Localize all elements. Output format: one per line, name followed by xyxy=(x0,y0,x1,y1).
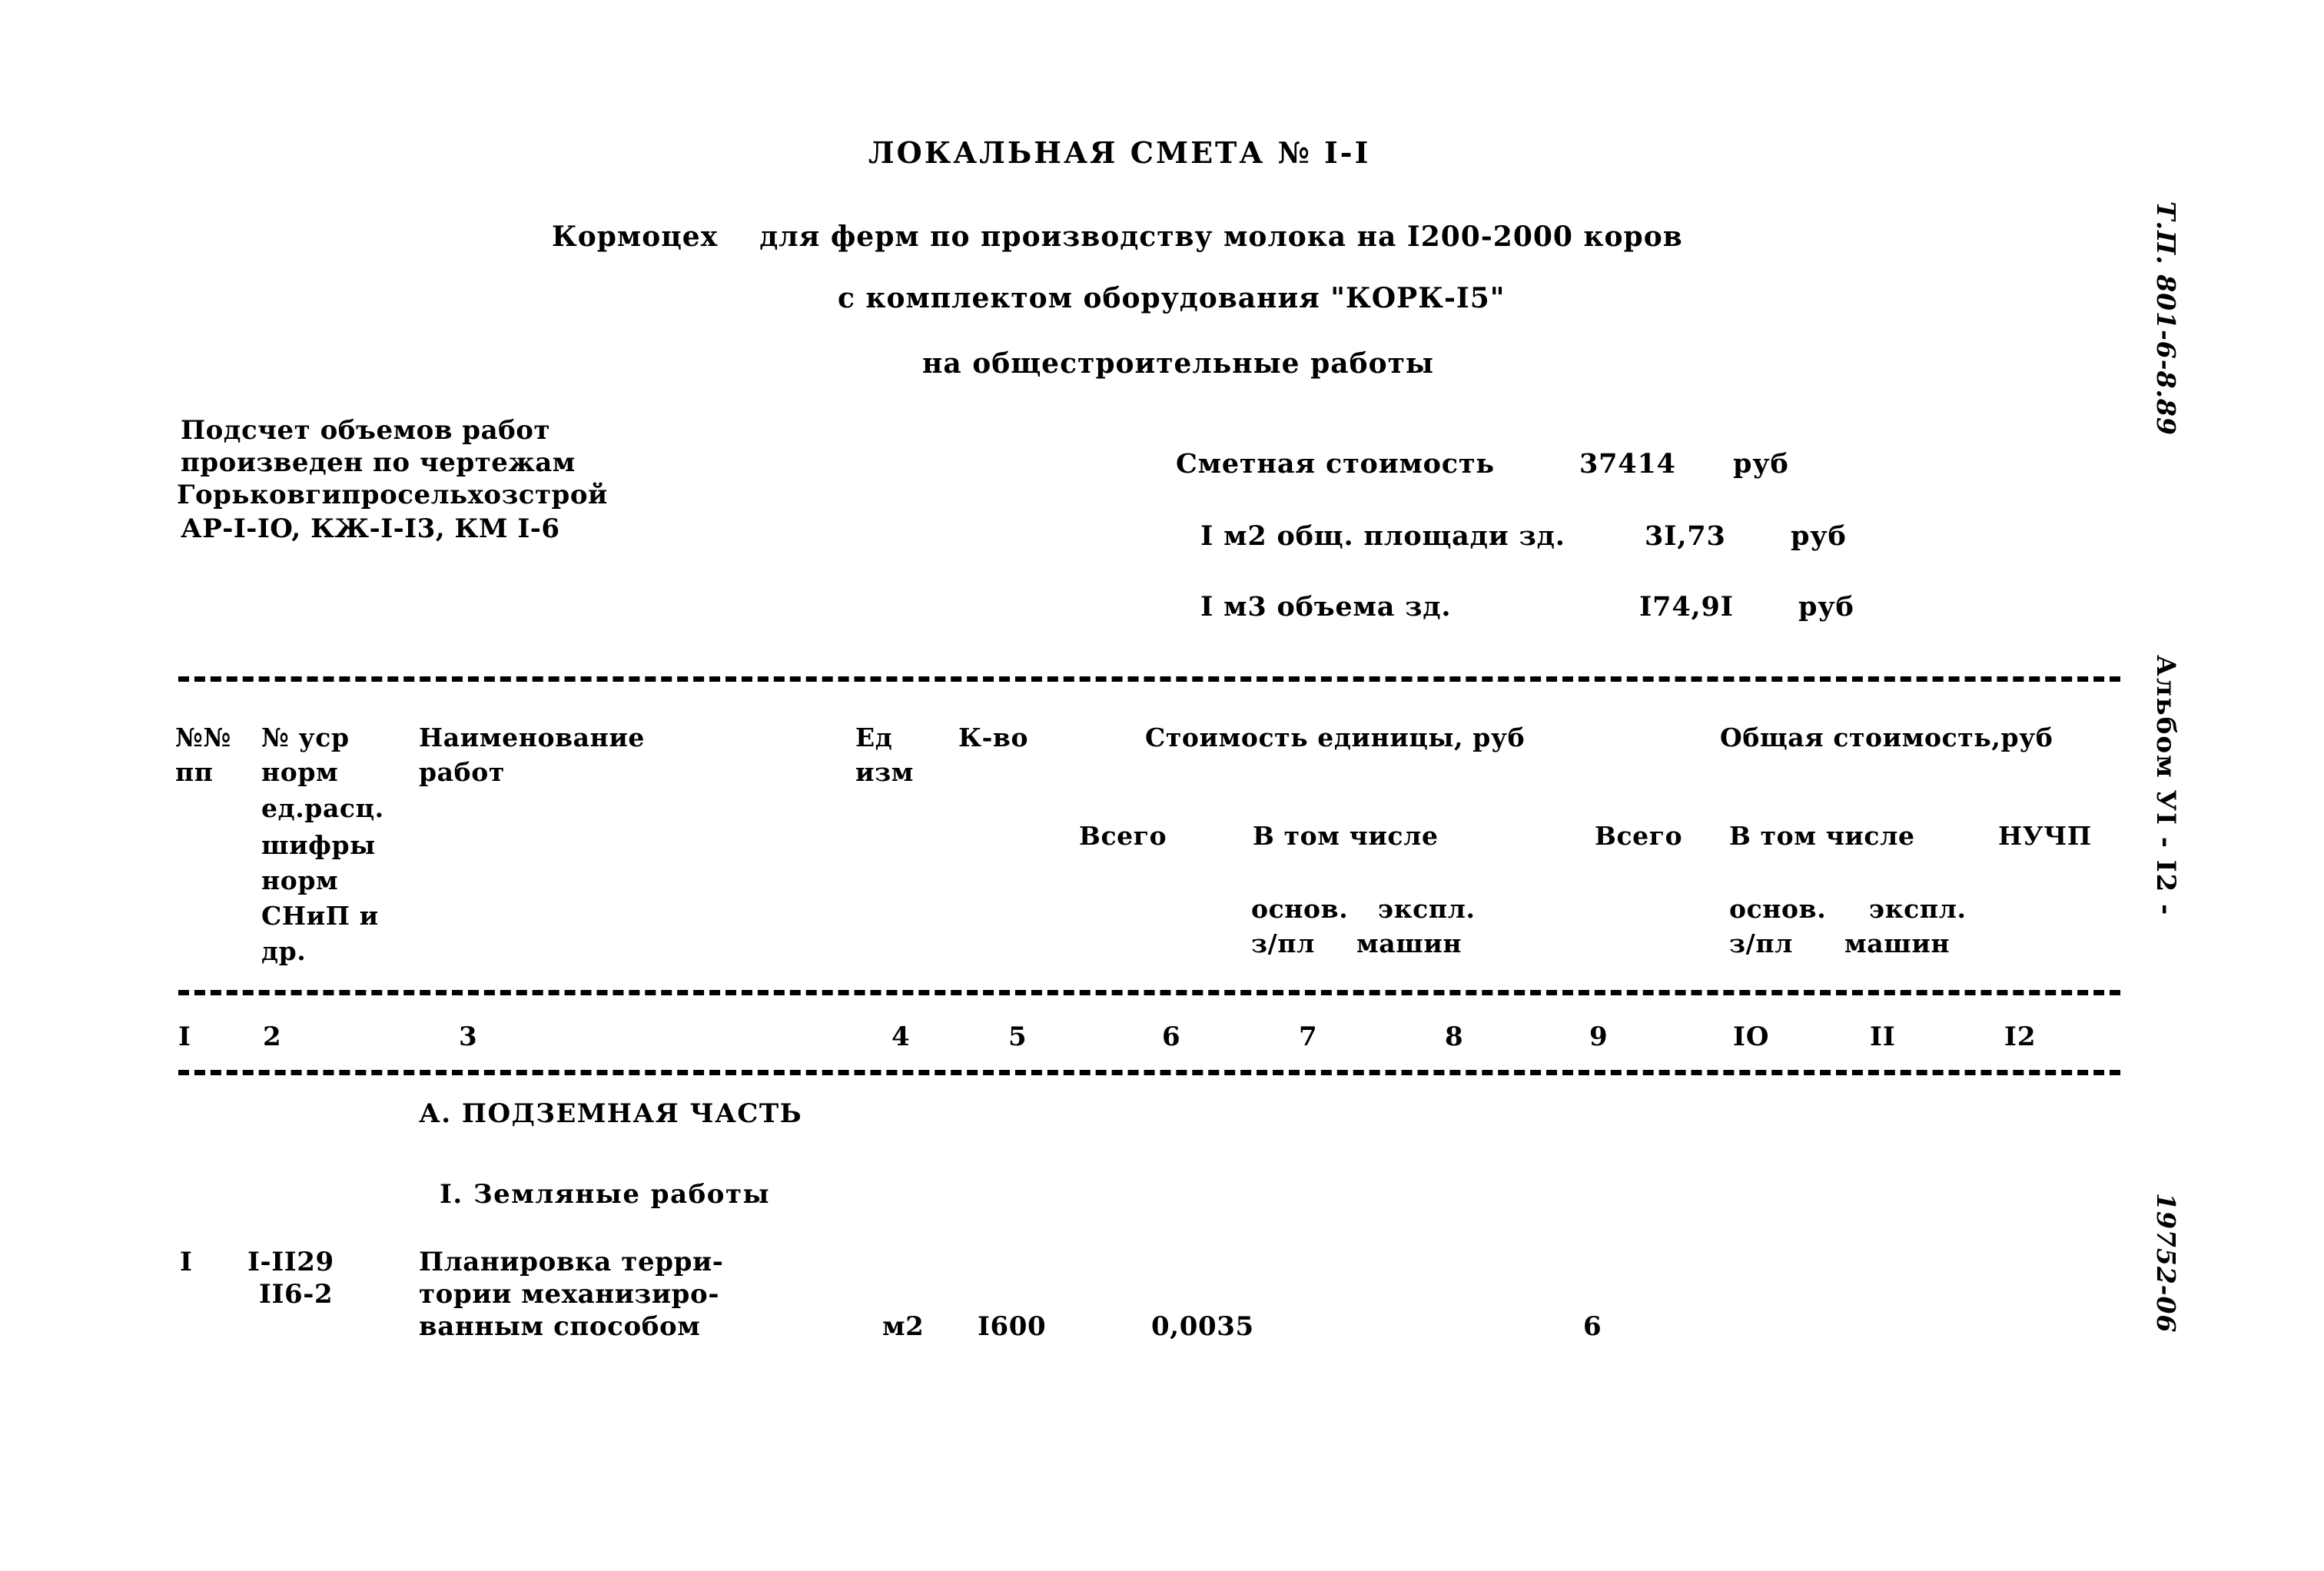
row-total-cost-total: 6 xyxy=(1583,1311,1602,1342)
header-total-total: Всего xyxy=(1595,821,1683,851)
column-number-6: 6 xyxy=(1162,1021,1181,1052)
source-note-line-4: АР-I-IO, КЖ-I-I3, КМ I-6 xyxy=(181,513,560,544)
header-unit-among: В том числе xyxy=(1253,821,1439,851)
subtitle-line-2: с комплектом оборудования "КОРК-I5" xyxy=(838,282,1506,314)
header-unit-basic-sub: з/пл xyxy=(1251,928,1315,958)
cost-value-m3: I74,9I xyxy=(1639,591,1734,623)
column-number-9: 9 xyxy=(1589,1021,1609,1052)
column-number-2: 2 xyxy=(263,1021,282,1052)
header-col1-line2: пп xyxy=(175,757,214,787)
header-col2-line2: норм xyxy=(261,757,339,787)
cost-unit-m3: руб xyxy=(1798,591,1854,623)
column-number-7: 7 xyxy=(1299,1021,1318,1052)
column-number-8: 8 xyxy=(1445,1021,1464,1052)
margin-stamp-project-code: Т.П. 801-6-8.89 xyxy=(2151,201,2181,436)
margin-stamp-archive-number: 19752-06 xyxy=(2151,1193,2181,1334)
header-col4-line2: изм xyxy=(855,757,915,787)
header-col2-line1: № уср xyxy=(261,722,350,752)
column-number-1: I xyxy=(178,1021,191,1052)
header-unit-basic: основ. xyxy=(1251,894,1349,924)
column-number-12: I2 xyxy=(2004,1021,2037,1052)
header-col3-line1: Наименование xyxy=(419,722,646,752)
header-col4-line1: Ед xyxy=(855,722,893,752)
subtitle-line-3: на общестроительные работы xyxy=(922,347,1435,380)
section-heading-earthworks: I. Земляные работы xyxy=(440,1179,771,1210)
cost-value-smeta: 37414 xyxy=(1579,448,1676,480)
document-page: ЛОКАЛЬНАЯ СМЕТА № I-I Кормоцех для ферм … xyxy=(0,0,2324,1571)
header-unit-mach-sub: машин xyxy=(1356,928,1462,958)
header-col2-line6: СНиП и xyxy=(261,901,379,931)
source-note-line-2: произведен по чертежам xyxy=(181,447,576,478)
row-qty: I600 xyxy=(978,1311,1047,1342)
page-title: ЛОКАЛЬНАЯ СМЕТА № I-I xyxy=(868,135,1371,170)
row-unit-cost-total: 0,0035 xyxy=(1151,1311,1254,1342)
row-unit: м2 xyxy=(882,1311,925,1342)
column-number-4: 4 xyxy=(891,1021,911,1052)
column-number-10: IO xyxy=(1733,1021,1770,1052)
column-number-11: II xyxy=(1870,1021,1896,1052)
header-col1-line1: №№ xyxy=(175,722,231,752)
header-col2-line4: шифры xyxy=(261,830,376,860)
cost-label-m2: I м2 общ. площади зд. xyxy=(1200,520,1565,552)
cost-value-m2: 3I,73 xyxy=(1645,520,1726,552)
cost-label-m3: I м3 объема зд. xyxy=(1200,591,1452,623)
header-col2-line3: ед.расц. xyxy=(261,793,384,823)
header-col5: К-во xyxy=(958,722,1029,752)
column-number-rule xyxy=(178,1070,2120,1075)
row-norm-line-1: I-II29 xyxy=(247,1247,334,1277)
header-total-basic: основ. xyxy=(1729,894,1827,924)
cost-label-smeta: Сметная стоимость xyxy=(1176,448,1495,480)
header-unit-mach: экспл. xyxy=(1378,894,1476,924)
row-name-line-1: Планировка терри- xyxy=(419,1247,724,1277)
source-note-line-3: Горьковгипросельхозстрой xyxy=(177,480,608,510)
margin-stamp-album: Альбом УI - I2 - xyxy=(2150,655,2181,917)
header-group-total-cost: Общая стоимость,руб xyxy=(1720,722,2053,752)
header-group-unit-cost: Стоимость единицы, руб xyxy=(1145,722,1526,752)
header-unit-total: Всего xyxy=(1079,821,1167,851)
header-total-mach: экспл. xyxy=(1869,894,1967,924)
section-heading-underground: А. ПОДЗЕМНАЯ ЧАСТЬ xyxy=(419,1098,803,1129)
header-total-basic-sub: з/пл xyxy=(1729,928,1793,958)
cost-unit-m2: руб xyxy=(1791,520,1847,552)
header-nuchp: НУЧП xyxy=(1998,821,2092,851)
table-header-bottom-rule xyxy=(178,990,2120,995)
source-note-line-1: Подсчет объемов работ xyxy=(181,415,551,446)
header-total-among: В том числе xyxy=(1729,821,1915,851)
column-number-3: 3 xyxy=(459,1021,478,1052)
column-number-5: 5 xyxy=(1008,1021,1028,1052)
header-col2-line7: др. xyxy=(261,936,307,966)
table-top-rule xyxy=(178,676,2120,682)
row-name-line-2: тории механизиро- xyxy=(419,1279,720,1310)
header-total-mach-sub: машин xyxy=(1844,928,1950,958)
header-col2-line5: норм xyxy=(261,865,339,895)
cost-unit-smeta: руб xyxy=(1733,448,1789,480)
header-col3-line2: работ xyxy=(419,757,505,787)
row-name-line-3: ванным способом xyxy=(419,1311,701,1342)
subtitle-line-1: Кормоцех для ферм по производству молока… xyxy=(552,221,1683,253)
row-norm-line-2: II6-2 xyxy=(259,1279,334,1310)
row-number: I xyxy=(180,1247,193,1277)
